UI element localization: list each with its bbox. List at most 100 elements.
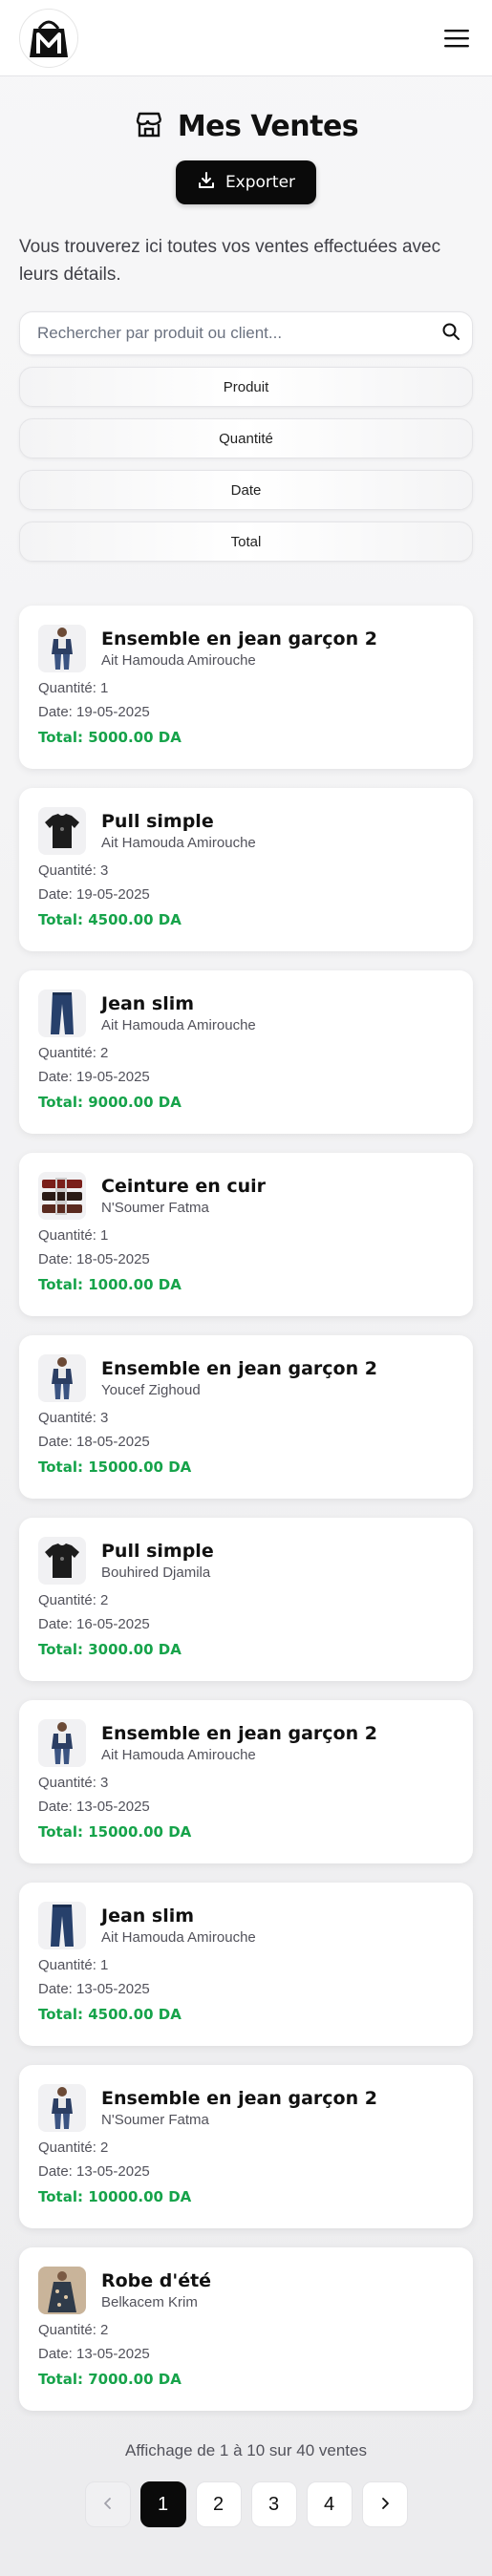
quantity-label: Quantité: (38, 1957, 96, 1973)
total-line: Total: 1000.00 DA (38, 1276, 454, 1293)
shopping-bag-m-logo-icon[interactable] (19, 8, 78, 68)
product-name: Ensemble en jean garçon 2 (101, 628, 377, 649)
total-label: Total: (38, 1641, 83, 1658)
date-line: Date: 13-05-2025 (38, 2346, 454, 2362)
product-thumbnail (38, 2267, 86, 2314)
intro-text: Vous trouverez ici toutes vos ventes eff… (19, 237, 441, 285)
prev-page-button[interactable] (84, 2481, 131, 2527)
date-line: Date: 13-05-2025 (38, 2163, 454, 2180)
client-name: Bouhired Djamila (101, 1565, 211, 1581)
product-name: Pull simple (101, 1541, 214, 1562)
sort-date-button[interactable]: Date (19, 470, 473, 510)
date-value: 13-05-2025 (76, 2346, 150, 2362)
page-button-3[interactable]: 3 (250, 2481, 297, 2527)
search-input[interactable] (37, 324, 441, 343)
total-value: 7000.00 DA (88, 2371, 182, 2388)
total-label: Total: (38, 911, 83, 928)
product-thumbnail (38, 2084, 86, 2132)
sale-card[interactable]: Pull simple Bouhired Djamila Quantité: 2… (19, 1518, 473, 1681)
quantity-label: Quantité: (38, 2140, 96, 2156)
date-line: Date: 19-05-2025 (38, 704, 454, 720)
client-name: Belkacem Krim (101, 2294, 198, 2310)
date-value: 13-05-2025 (76, 1799, 150, 1815)
product-name: Robe d'été (101, 2270, 212, 2291)
sale-card[interactable]: Ensemble en jean garçon 2 Ait Hamouda Am… (19, 606, 473, 769)
sale-card[interactable]: Ensemble en jean garçon 2 Ait Hamouda Am… (19, 1700, 473, 1863)
product-thumbnail (38, 1172, 86, 1220)
page-title-row: Mes Ventes (0, 109, 492, 143)
client-name: Ait Hamouda Amirouche (101, 1017, 256, 1033)
sale-card-header: Jean slim Ait Hamouda Amirouche (38, 990, 454, 1037)
date-label: Date: (38, 1799, 73, 1815)
sale-card-header: Pull simple Bouhired Djamila (38, 1537, 454, 1585)
sale-card[interactable]: Ensemble en jean garçon 2 N'Soumer Fatma… (19, 2065, 473, 2228)
sale-card[interactable]: Ceinture en cuir N'Soumer Fatma Quantité… (19, 1153, 473, 1316)
quantity-line: Quantité: 1 (38, 1227, 454, 1244)
total-label: Total: (38, 2371, 83, 2388)
sale-card[interactable]: Robe d'été Belkacem Krim Quantité: 2 Dat… (19, 2247, 473, 2411)
date-line: Date: 13-05-2025 (38, 1981, 454, 1997)
date-label: Date: (38, 1616, 73, 1632)
page-title: Mes Ventes (177, 109, 359, 143)
total-label: Total: (38, 1094, 83, 1111)
page-button-2[interactable]: 2 (195, 2481, 242, 2527)
quantity-label: Quantité: (38, 1227, 96, 1244)
date-line: Date: 18-05-2025 (38, 1251, 454, 1267)
client-name: Ait Hamouda Amirouche (101, 1929, 256, 1946)
quantity-value: 3 (100, 862, 109, 879)
export-label: Exporter (225, 173, 296, 192)
total-value: 4500.00 DA (88, 2006, 182, 2023)
date-value: 19-05-2025 (76, 704, 150, 720)
search-icon[interactable] (441, 322, 460, 345)
top-bar (0, 0, 492, 76)
product-name: Ceinture en cuir (101, 1176, 267, 1197)
next-page-button[interactable] (361, 2481, 408, 2527)
total-value: 4500.00 DA (88, 911, 182, 928)
sale-card[interactable]: Ensemble en jean garçon 2 Youcef Zighoud… (19, 1335, 473, 1499)
quantity-line: Quantité: 1 (38, 1957, 454, 1973)
quantity-label: Quantité: (38, 1775, 96, 1791)
date-line: Date: 19-05-2025 (38, 886, 454, 903)
total-line: Total: 15000.00 DA (38, 1823, 454, 1841)
total-line: Total: 15000.00 DA (38, 1458, 454, 1476)
quantity-line: Quantité: 3 (38, 862, 454, 879)
total-label: Total: (38, 729, 83, 746)
hamburger-menu-icon[interactable] (440, 22, 473, 54)
product-name: Ensemble en jean garçon 2 (101, 2088, 377, 2109)
sort-total-button[interactable]: Total (19, 522, 473, 562)
date-label: Date: (38, 1251, 73, 1267)
product-name: Jean slim (101, 1905, 195, 1927)
quantity-value: 2 (100, 2322, 109, 2338)
total-value: 9000.00 DA (88, 1094, 182, 1111)
sort-quantity-button[interactable]: Quantité (19, 418, 473, 458)
quantity-value: 3 (100, 1410, 109, 1426)
total-label: Total: (38, 1823, 83, 1841)
product-thumbnail (38, 807, 86, 855)
date-line: Date: 19-05-2025 (38, 1069, 454, 1085)
product-name: Pull simple (101, 811, 214, 832)
sort-product-button[interactable]: Produit (19, 367, 473, 407)
date-label: Date: (38, 1069, 73, 1085)
total-line: Total: 10000.00 DA (38, 2188, 454, 2205)
total-value: 1000.00 DA (88, 1276, 182, 1293)
quantity-label: Quantité: (38, 1592, 96, 1608)
export-button[interactable]: Exporter (175, 160, 317, 204)
sale-card[interactable]: Pull simple Ait Hamouda Amirouche Quanti… (19, 788, 473, 951)
total-value: 15000.00 DA (88, 1823, 192, 1841)
product-thumbnail (38, 625, 86, 672)
quantity-line: Quantité: 2 (38, 1592, 454, 1608)
date-line: Date: 16-05-2025 (38, 1616, 454, 1632)
page-button-1[interactable]: 1 (139, 2481, 186, 2527)
sale-card-header: Ensemble en jean garçon 2 N'Soumer Fatma (38, 2084, 454, 2132)
sale-card[interactable]: Jean slim Ait Hamouda Amirouche Quantité… (19, 970, 473, 1134)
product-name: Ensemble en jean garçon 2 (101, 1358, 377, 1379)
total-value: 10000.00 DA (88, 2188, 192, 2205)
sale-card[interactable]: Jean slim Ait Hamouda Amirouche Quantité… (19, 1883, 473, 2046)
quantity-label: Quantité: (38, 2322, 96, 2338)
date-value: 13-05-2025 (76, 1981, 150, 1997)
sale-card-header: Ensemble en jean garçon 2 Ait Hamouda Am… (38, 625, 454, 672)
quantity-line: Quantité: 3 (38, 1410, 454, 1426)
pagination: 1 2 3 4 (0, 2481, 492, 2527)
sale-card-header: Robe d'été Belkacem Krim (38, 2267, 454, 2314)
page-button-4[interactable]: 4 (306, 2481, 353, 2527)
